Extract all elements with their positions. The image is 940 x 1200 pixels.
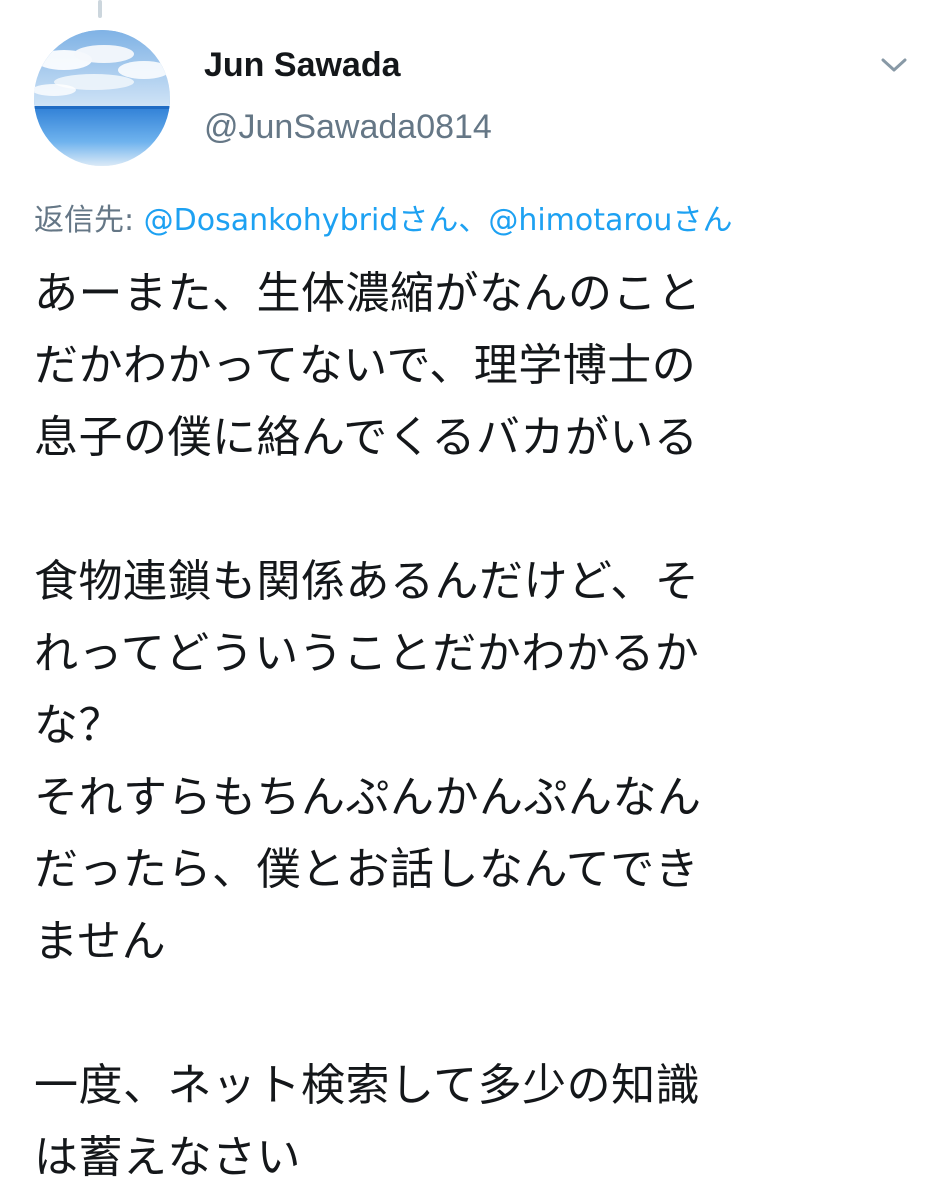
tweet-text-blank-line bbox=[34, 474, 914, 546]
author-handle[interactable]: @JunSawada0814 bbox=[204, 106, 492, 148]
tweet-text-line: 息子の僕に絡んでくるバカがいる bbox=[34, 412, 699, 463]
tweet-text-line: な？ bbox=[34, 700, 123, 751]
tweet-text-line: だったら、僕とお話しなんてでき bbox=[34, 844, 700, 895]
tweet-text-line: ません bbox=[34, 916, 167, 967]
reply-to-prefix: 返信先: bbox=[34, 203, 144, 238]
chevron-down-icon bbox=[881, 58, 907, 72]
avatar[interactable] bbox=[34, 30, 170, 166]
thread-connector-line bbox=[98, 0, 102, 18]
author-display-name[interactable]: Jun Sawada bbox=[204, 44, 492, 86]
more-options-button[interactable] bbox=[872, 50, 916, 80]
tweet-text-line: 一度、ネット検索して多少の知識 bbox=[34, 1060, 701, 1111]
tweet-text-blank-line bbox=[34, 978, 914, 1050]
tweet-author[interactable]: Jun Sawada @JunSawada0814 bbox=[204, 44, 492, 148]
reply-to-line: 返信先: @Dosankohybridさん、@himotarouさん bbox=[34, 196, 732, 246]
tweet-text-line: あーまた、生体濃縮がなんのこと bbox=[34, 268, 702, 319]
reply-mention-himotarou[interactable]: @himotarouさん bbox=[488, 203, 732, 238]
avatar-image bbox=[34, 30, 170, 166]
tweet-text-line: だかわかってないで、理学博士の bbox=[34, 340, 697, 391]
tweet-text-line: それすらもちんぷんかんぷんなん bbox=[34, 772, 702, 823]
reply-mention-separator: 、 bbox=[458, 203, 489, 238]
tweet-text-line: れってどういうことだかわかるか bbox=[34, 628, 700, 679]
tweet-text: あーまた、生体濃縮がなんのこと だかわかってないで、理学博士の 息子の僕に絡んで… bbox=[34, 258, 914, 1194]
reply-mention-dosankohybrid[interactable]: @Dosankohybridさん bbox=[144, 203, 459, 238]
tweet-text-line: 食物連鎖も関係あるんだけど、そ bbox=[34, 556, 700, 607]
tweet-text-line: は蓄えなさい bbox=[34, 1132, 301, 1183]
